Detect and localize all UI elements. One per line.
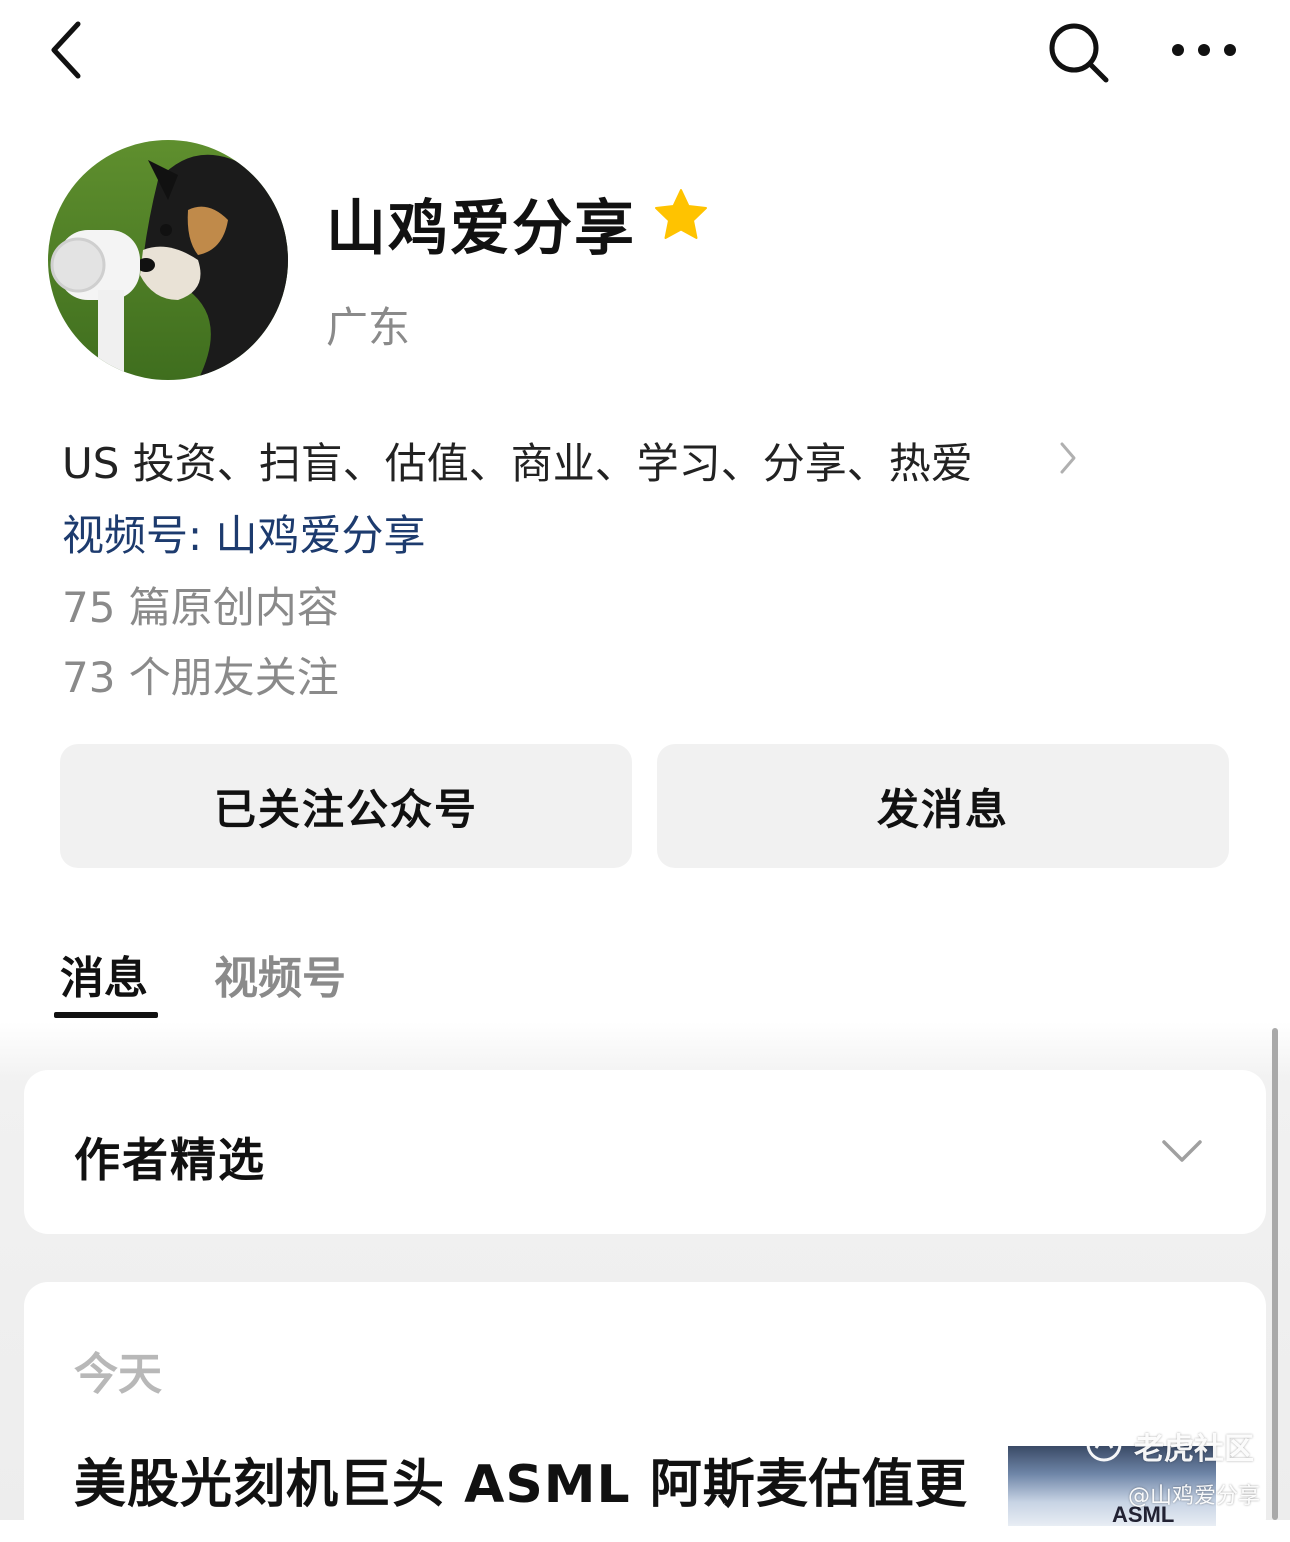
more-dots-icon[interactable] — [1168, 30, 1240, 70]
watermark-logo-icon — [1086, 1426, 1122, 1462]
tab-video-channel[interactable]: 视频号 — [214, 942, 346, 1006]
tab-messages[interactable]: 消息 — [60, 942, 148, 1006]
region-label: 广东 — [326, 303, 411, 352]
avatar-image — [48, 140, 288, 380]
followed-button[interactable]: 已关注公众号 — [60, 744, 632, 868]
original-articles-count[interactable]: 75 篇原创内容 — [62, 574, 339, 635]
bio-text[interactable]: US 投资、扫盲、估值、商业、学习、分享、热爱 — [62, 430, 973, 491]
search-icon[interactable] — [1044, 18, 1112, 86]
active-tab-indicator — [54, 1012, 158, 1018]
star-icon — [655, 189, 707, 239]
video-channel-link[interactable]: 视频号: 山鸡爱分享 — [62, 502, 426, 563]
chevron-down-icon[interactable] — [1160, 1136, 1204, 1166]
article-title[interactable]: 美股光刻机巨头 ASML 阿斯麦估值更 — [74, 1442, 968, 1517]
watermark-author: @山鸡爱分享 — [1128, 1484, 1261, 1509]
account-name: 山鸡爱分享 — [326, 194, 636, 264]
friends-following-count[interactable]: 73 个朋友关注 — [62, 644, 339, 705]
send-message-button[interactable]: 发消息 — [657, 744, 1229, 868]
date-label: 今天 — [74, 1349, 162, 1400]
chevron-right-icon[interactable] — [1056, 440, 1080, 476]
back-icon[interactable] — [40, 18, 96, 82]
watermark-brand: 老虎社区 — [1134, 1432, 1254, 1467]
scrollbar[interactable] — [1272, 1028, 1278, 1520]
featured-section-title: 作者精选 — [74, 1133, 266, 1187]
avatar[interactable] — [48, 140, 288, 380]
